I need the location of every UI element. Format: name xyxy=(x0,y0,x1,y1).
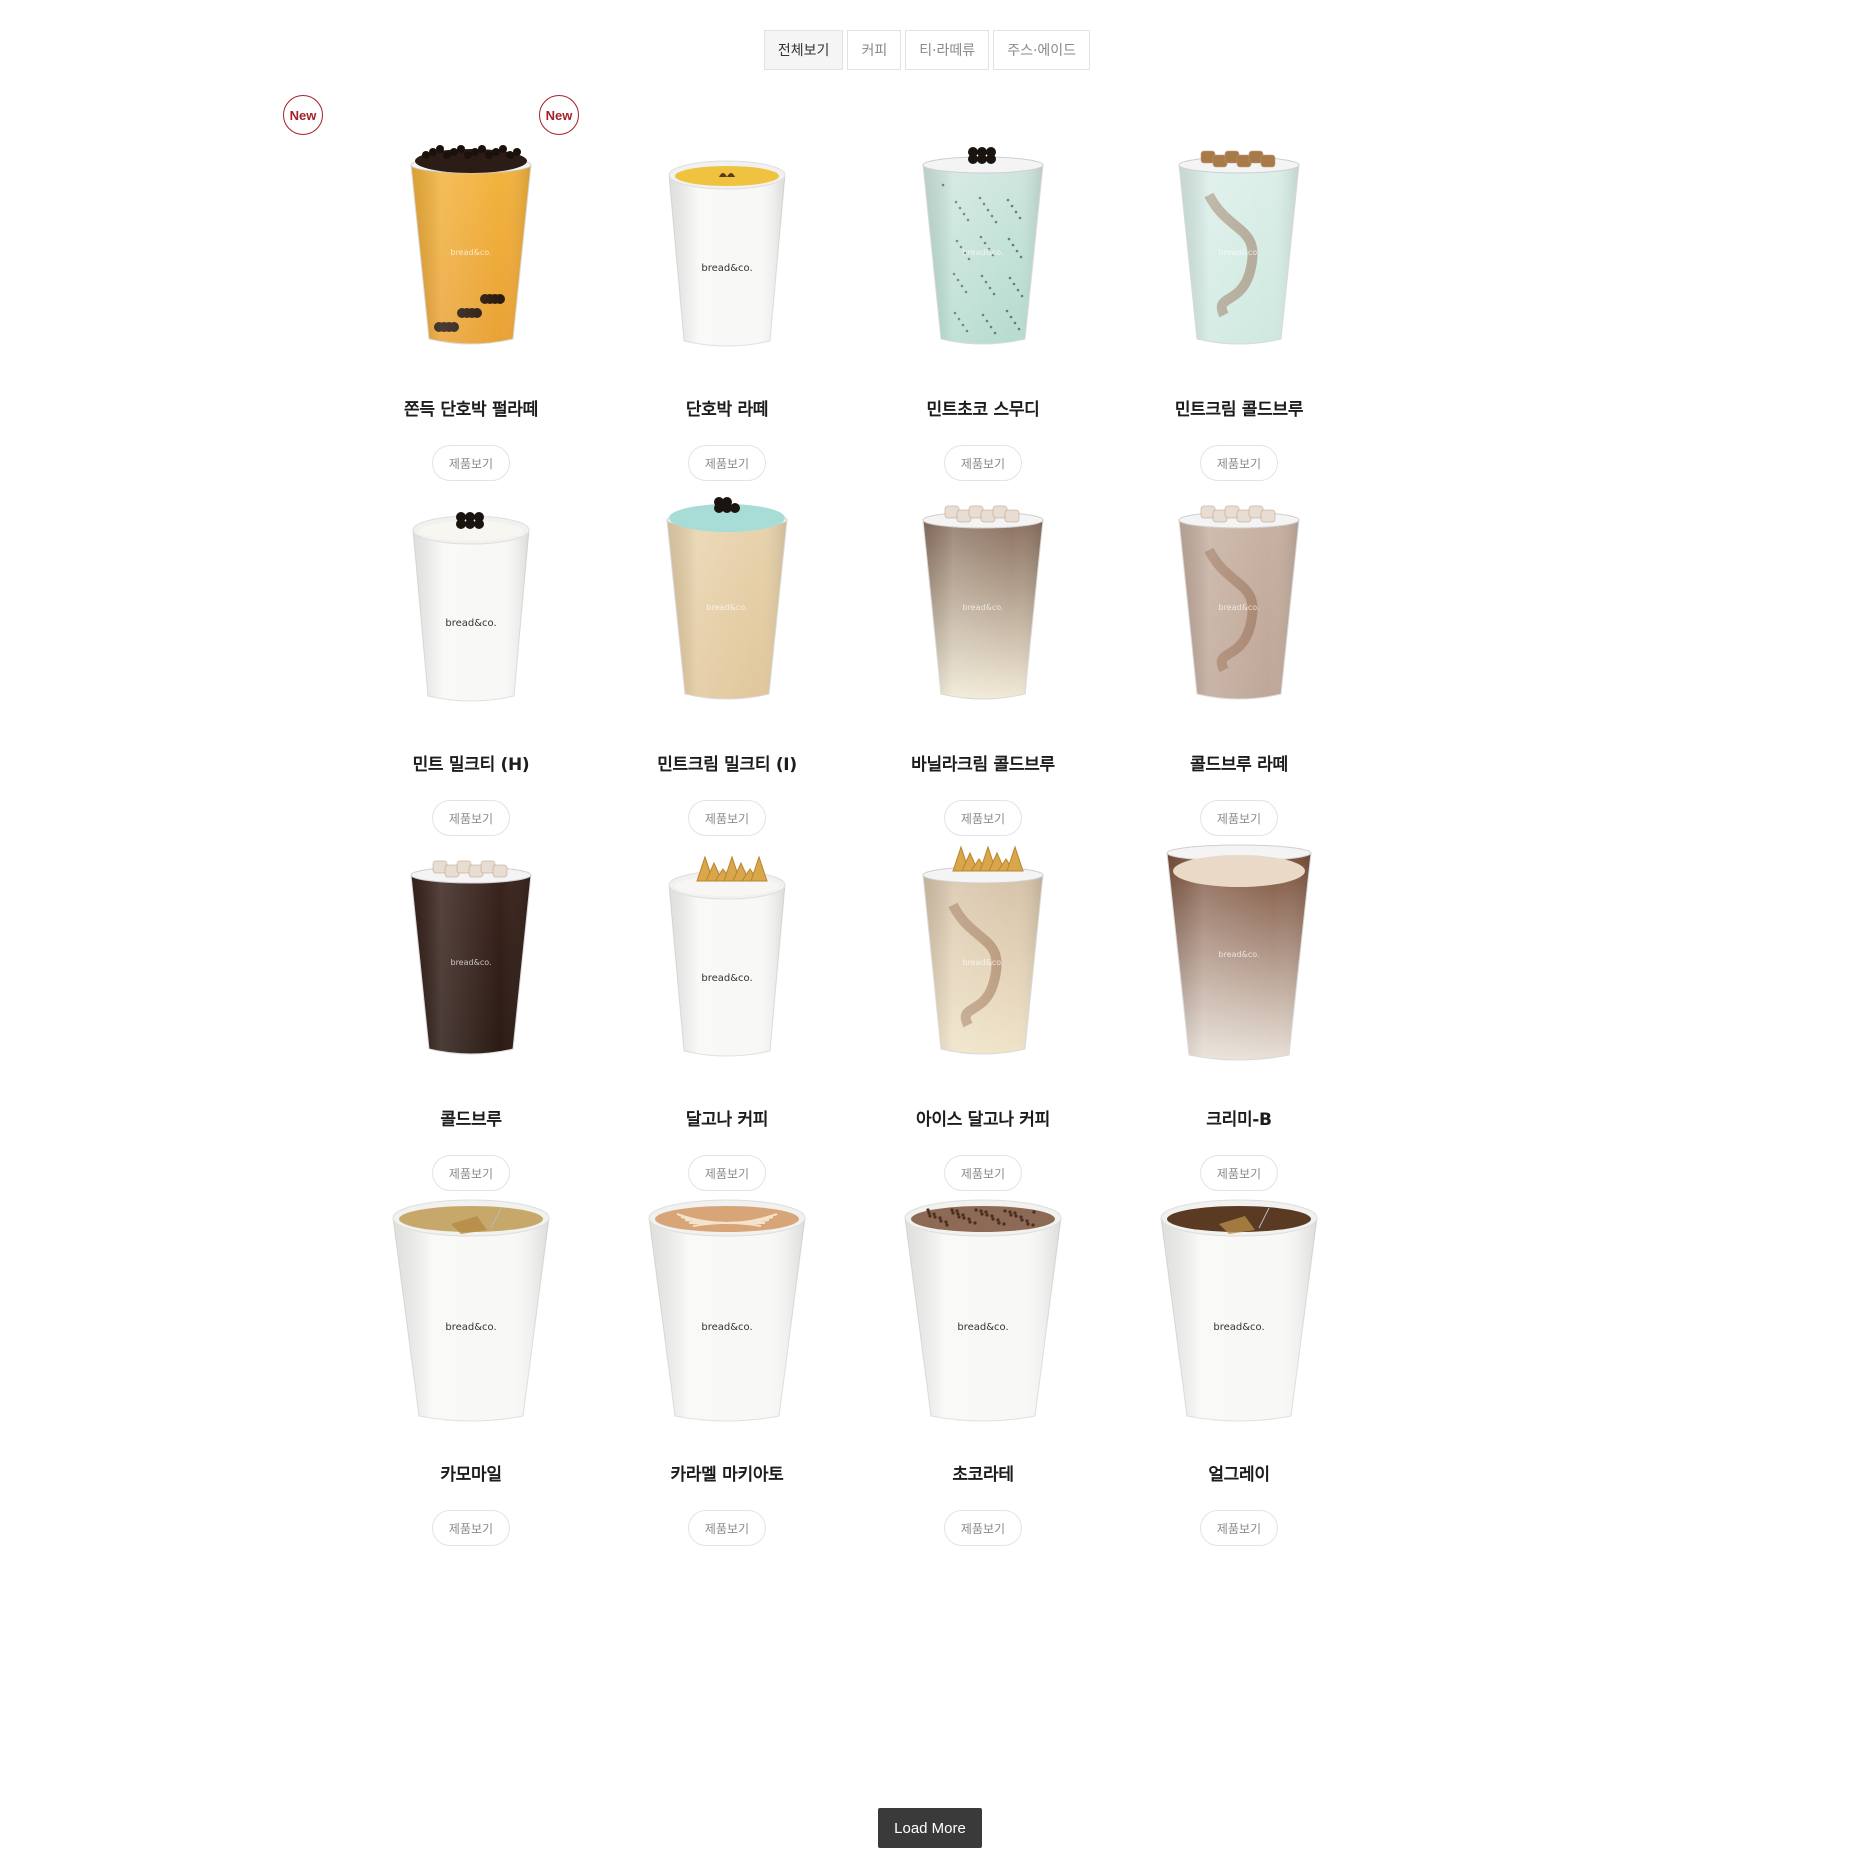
product-image: bread&co. xyxy=(648,1199,806,1422)
product-name: 민트크림 콜드브루 xyxy=(1174,400,1304,420)
product-image-wrap[interactable]: bread&co. xyxy=(1086,450,1392,750)
product-image: bread&co. xyxy=(412,512,530,702)
product-name: 콜드브루 라떼 xyxy=(1190,755,1288,775)
svg-text:bread&co.: bread&co. xyxy=(957,1322,1008,1333)
product-image: bread&co. xyxy=(392,1199,550,1422)
product-image: bread&co. xyxy=(666,497,788,700)
product-image-wrap[interactable]: bread&co. xyxy=(1086,1160,1392,1460)
svg-text:bread&co.: bread&co. xyxy=(450,958,491,967)
product-image: bread&co. xyxy=(668,160,786,347)
new-badge: New xyxy=(539,95,579,135)
product-grid: bread&co. New 쫀득 단호박 펄라떼 제품보기 bread&co. New 단… xyxy=(0,0,1854,1871)
product-image: bread&co. xyxy=(1178,150,1300,345)
svg-text:bread&co.: bread&co. xyxy=(1218,248,1259,257)
svg-text:bread&co.: bread&co. xyxy=(706,603,747,612)
product-image: bread&co. xyxy=(922,505,1044,700)
svg-text:bread&co.: bread&co. xyxy=(701,973,752,984)
product-name: 얼그레이 xyxy=(1208,1465,1270,1485)
view-product-button[interactable]: 제품보기 xyxy=(688,1510,766,1546)
product-image-wrap[interactable]: bread&co. xyxy=(1086,95,1392,395)
product-image: bread&co. xyxy=(922,845,1044,1055)
svg-text:bread&co.: bread&co. xyxy=(1213,1322,1264,1333)
svg-text:bread&co.: bread&co. xyxy=(445,618,496,629)
svg-text:bread&co.: bread&co. xyxy=(1218,950,1259,959)
product-image: bread&co. xyxy=(1166,844,1312,1061)
product-image: bread&co. xyxy=(410,145,532,345)
view-product-button[interactable]: 제품보기 xyxy=(944,1510,1022,1546)
svg-text:bread&co.: bread&co. xyxy=(962,248,1003,257)
product-image: bread&co. xyxy=(922,147,1044,345)
product-image: bread&co. xyxy=(1160,1199,1318,1422)
load-more-button[interactable]: Load More xyxy=(878,1808,982,1848)
product-name: 크리미-B xyxy=(1206,1110,1272,1130)
svg-text:bread&co.: bread&co. xyxy=(450,248,491,257)
product-image: bread&co. xyxy=(1178,505,1300,700)
svg-text:bread&co.: bread&co. xyxy=(445,1322,496,1333)
svg-text:bread&co.: bread&co. xyxy=(1218,603,1259,612)
svg-text:bread&co.: bread&co. xyxy=(962,603,1003,612)
product-card[interactable]: bread&co. 얼그레이제품보기 xyxy=(1086,1160,1392,1580)
view-product-button[interactable]: 제품보기 xyxy=(432,1510,510,1546)
svg-text:bread&co.: bread&co. xyxy=(962,958,1003,967)
product-image: bread&co. xyxy=(904,1199,1062,1422)
svg-text:bread&co.: bread&co. xyxy=(701,263,752,274)
product-image: bread&co. xyxy=(410,860,532,1055)
product-image: bread&co. xyxy=(668,855,786,1057)
new-badge: New xyxy=(283,95,323,135)
view-product-button[interactable]: 제품보기 xyxy=(1200,1510,1278,1546)
svg-text:bread&co.: bread&co. xyxy=(701,1322,752,1333)
product-image-wrap[interactable]: bread&co. xyxy=(1086,805,1392,1105)
